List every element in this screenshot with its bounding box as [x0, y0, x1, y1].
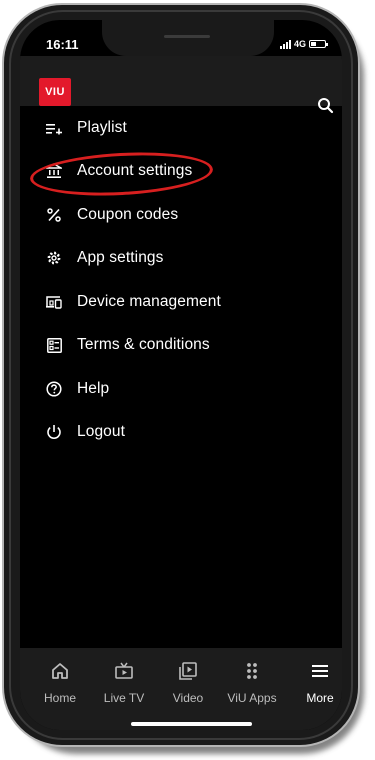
menu-item-coupon-codes[interactable]: Coupon codes [20, 193, 342, 237]
playlist-add-icon [45, 119, 63, 137]
nav-label: Video [172, 691, 204, 705]
menu-item-label: Playlist [77, 118, 127, 136]
menu-item-terms-conditions[interactable]: Terms & conditions [20, 324, 342, 368]
battery-icon [309, 40, 329, 48]
nav-label: Home [43, 691, 76, 705]
tv-icon [113, 660, 135, 682]
nav-item-video[interactable]: Video [160, 660, 216, 705]
signal-icon [280, 39, 291, 49]
hamburger-icon [309, 660, 331, 682]
menu-item-help[interactable]: Help [20, 367, 342, 411]
bank-icon [45, 162, 63, 180]
devices-icon [45, 293, 63, 311]
menu-item-device-management[interactable]: Device management [20, 280, 342, 324]
nav-item-viu-apps[interactable]: ViU Apps [224, 660, 280, 705]
nav-item-home[interactable]: Home [32, 660, 88, 705]
document-icon [45, 336, 63, 354]
network-type: 4G [294, 39, 307, 49]
page: 16:11 4G VIU Playlist Account settings C… [0, 0, 375, 760]
menu-item-app-settings[interactable]: App settings [20, 237, 342, 281]
menu-item-label: Help [77, 379, 110, 397]
home-indicator[interactable] [131, 722, 252, 726]
power-icon [45, 423, 63, 441]
menu-item-label: App settings [77, 249, 164, 267]
speaker-grille [164, 35, 210, 38]
menu-item-label: Device management [77, 292, 221, 310]
apps-grid-icon [241, 660, 263, 682]
nav-label: Live TV [103, 691, 145, 705]
percent-icon [45, 206, 63, 224]
notch [102, 20, 274, 56]
menu-item-label: Coupon codes [77, 205, 179, 223]
help-icon [45, 380, 63, 398]
menu-item-logout[interactable]: Logout [20, 411, 342, 455]
video-icon [177, 660, 199, 682]
menu-item-label: Terms & conditions [77, 336, 210, 354]
menu-item-playlist[interactable]: Playlist [20, 106, 342, 150]
phone-screen: 16:11 4G VIU Playlist Account settings C… [20, 20, 342, 730]
more-menu: Playlist Account settings Coupon codes A… [20, 106, 342, 454]
nav-item-more[interactable]: More [292, 660, 342, 705]
nav-label: More [306, 691, 334, 705]
status-time: 16:11 [46, 37, 79, 52]
home-icon [49, 660, 71, 682]
gear-icon [45, 249, 63, 267]
status-indicators: 4G [280, 39, 329, 49]
viu-logo[interactable]: VIU [39, 78, 71, 106]
nav-item-live-tv[interactable]: Live TV [96, 660, 152, 705]
logo-text: VIU [45, 86, 65, 98]
menu-item-label: Logout [77, 423, 126, 441]
nav-label: ViU Apps [227, 691, 277, 705]
menu-item-account-settings[interactable]: Account settings [20, 150, 342, 194]
menu-item-label: Account settings [77, 162, 193, 180]
